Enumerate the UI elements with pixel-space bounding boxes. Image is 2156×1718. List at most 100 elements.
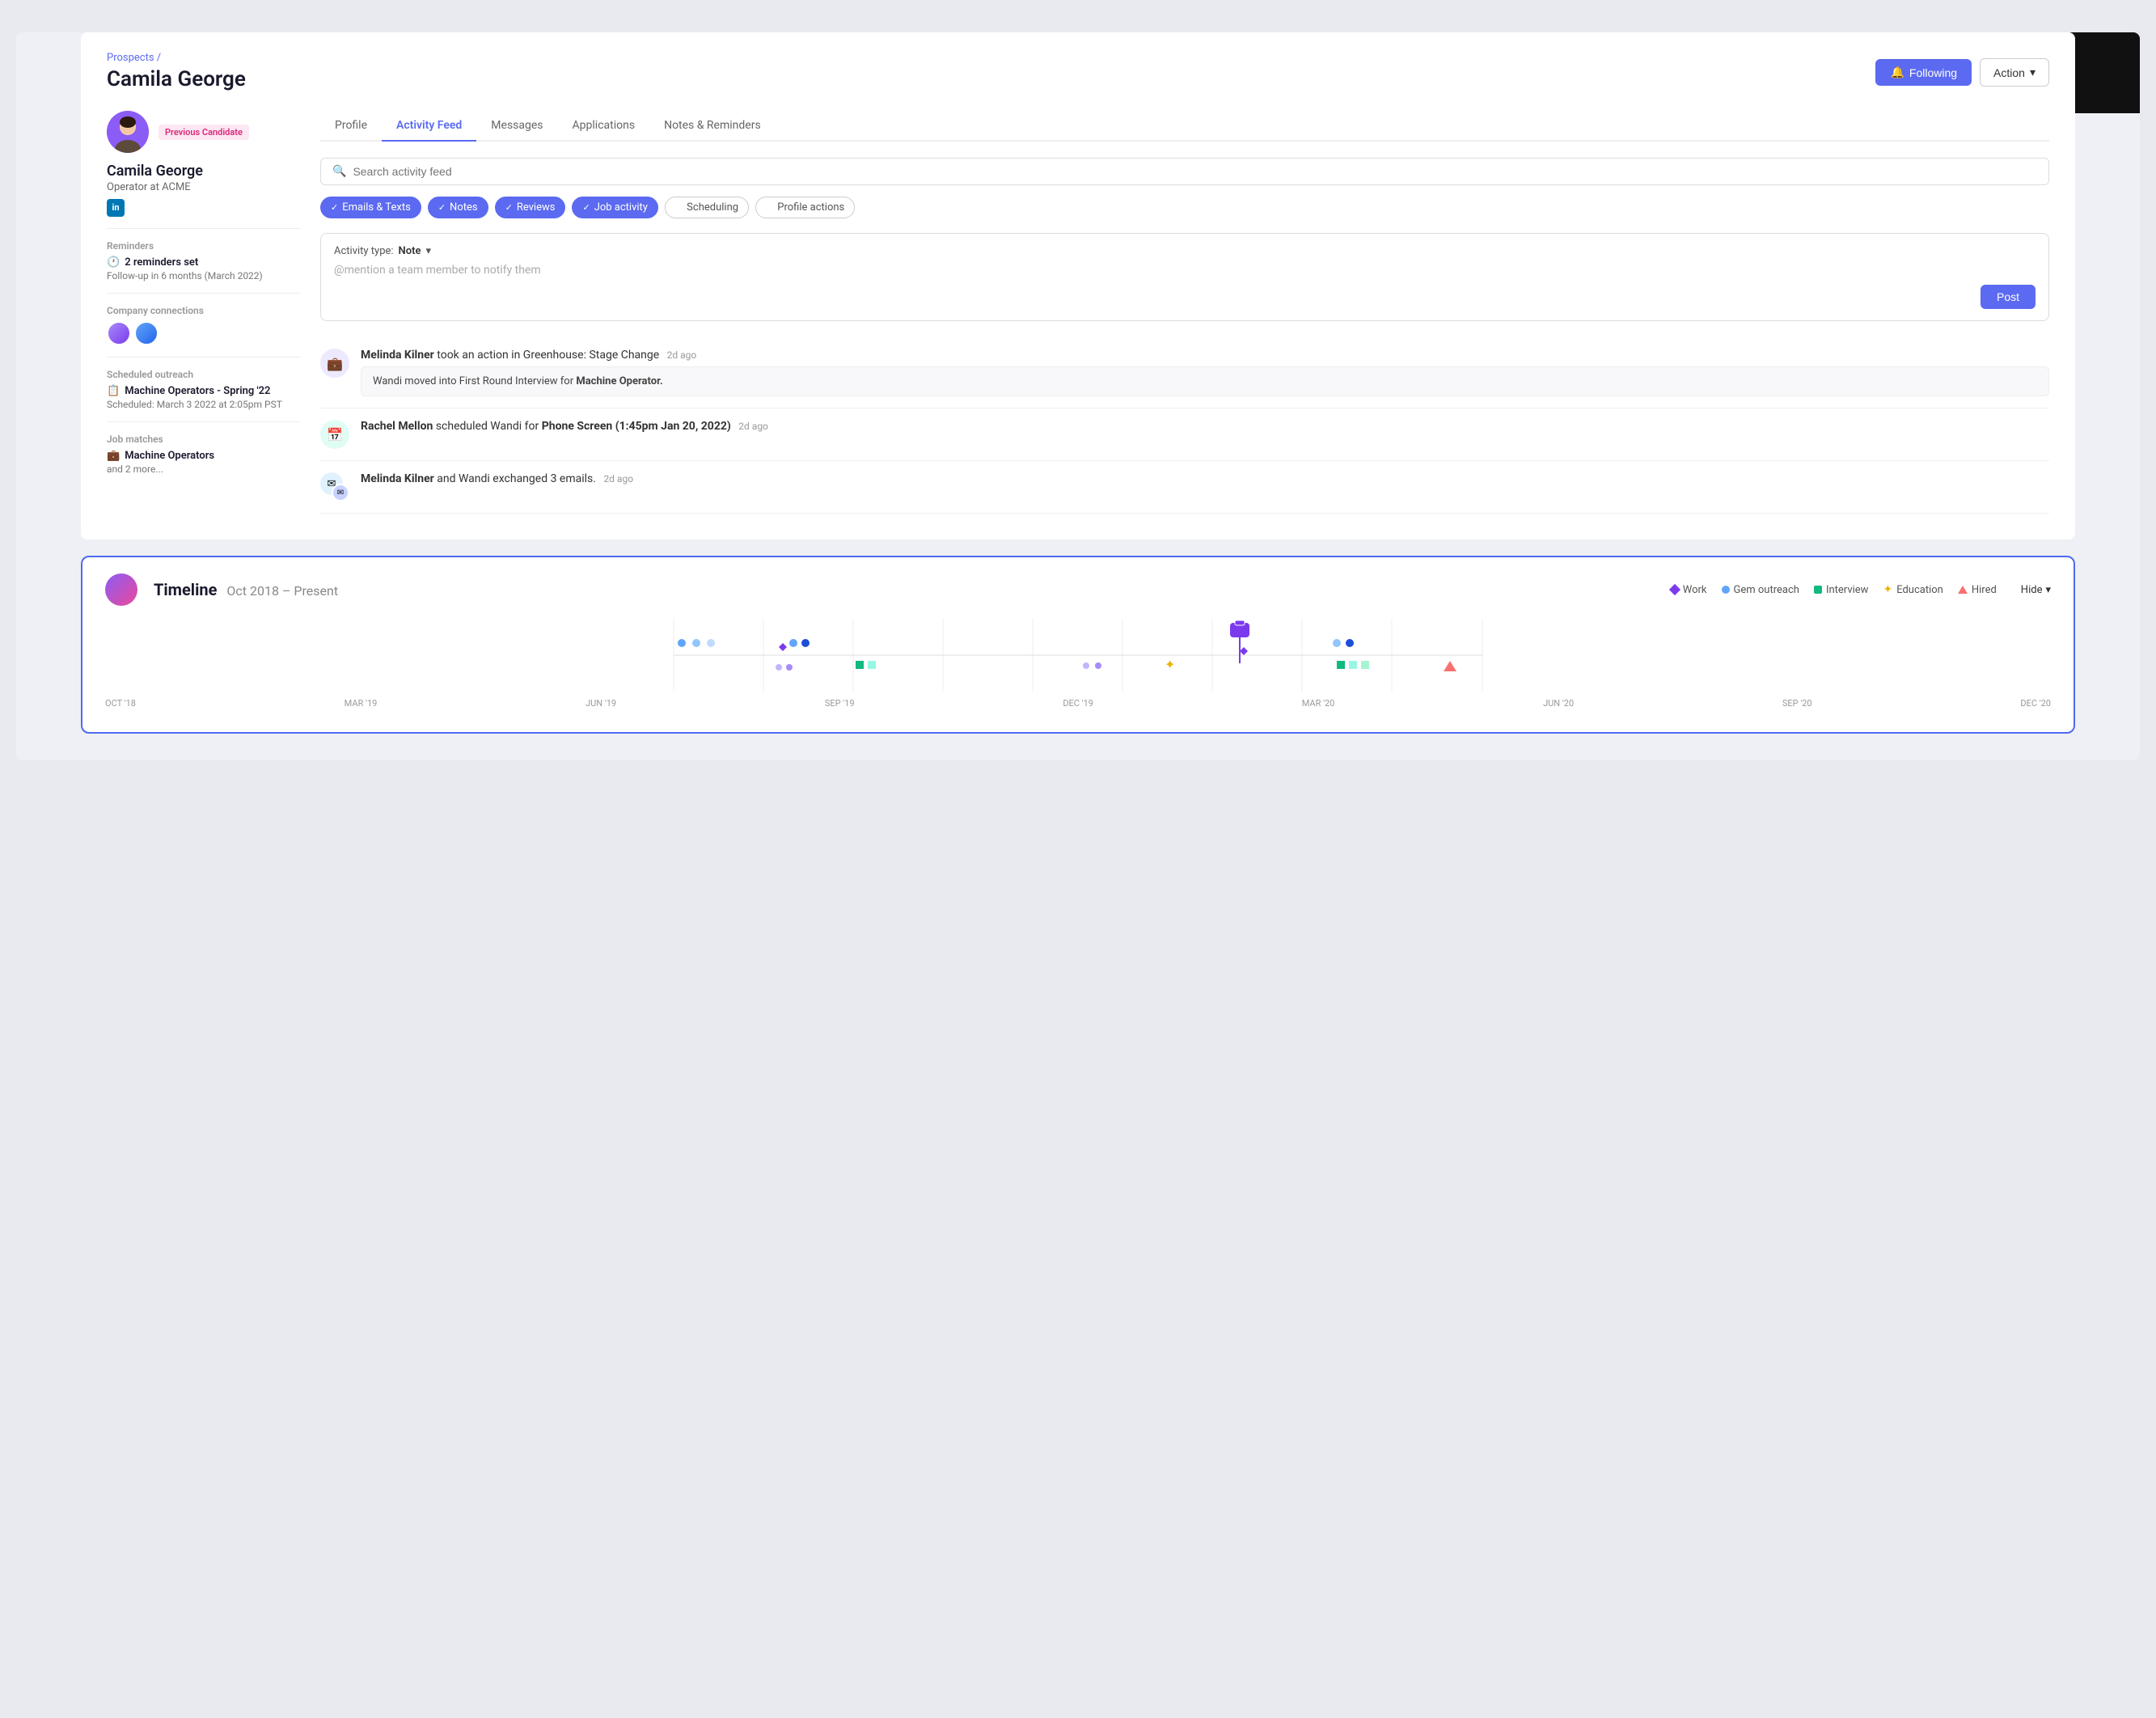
activity-type-label: Activity type: — [334, 245, 394, 257]
tl-month-3: JUN '19 — [586, 698, 616, 709]
main-card: Prospects / Camila George 🔔 Following Ac… — [81, 32, 2075, 540]
feed-item-2: 📅 Rachel Mellon scheduled Wandi for Phon… — [320, 408, 2049, 461]
connection-avatar-2[interactable] — [134, 321, 159, 345]
legend-education: ✦ Education — [1883, 583, 1943, 596]
feed-item-1: 💼 Melinda Kilner took an action in Green… — [320, 337, 2049, 408]
candidate-title: Operator at ACME — [107, 181, 301, 193]
header-actions: 🔔 Following Action ▾ — [1875, 58, 2049, 87]
divider-1 — [107, 228, 301, 229]
hide-button[interactable]: Hide ▾ — [2021, 584, 2051, 596]
tl-month-8: SEP '20 — [1782, 698, 1812, 709]
tl-month-4: SEP '19 — [825, 698, 855, 709]
outreach-label: Scheduled outreach — [107, 369, 301, 380]
title-block: Prospects / Camila George — [107, 52, 246, 91]
legend-gem-outreach: Gem outreach — [1722, 584, 1799, 596]
feed-actor-1: Melinda Kilner — [361, 349, 434, 362]
post-button[interactable]: Post — [1981, 285, 2036, 309]
timeline-card: Timeline Oct 2018 – Present Work Gem out… — [81, 556, 2075, 734]
note-type-row: Activity type: Note ▾ — [334, 245, 2036, 257]
legend-work: Work — [1671, 584, 1707, 596]
right-panel: Profile Activity Feed Messages Applicati… — [320, 111, 2049, 514]
content-layout: Previous Candidate Camila George Operato… — [107, 111, 2049, 514]
feed-icon-briefcase: 💼 — [320, 349, 349, 378]
action-button[interactable]: Action ▾ — [1980, 58, 2049, 87]
legend-interview: Interview — [1814, 584, 1869, 596]
reminders-label: Reminders — [107, 240, 301, 252]
timeline-chart: ✦ OCT '18 MAR '19 JUN '19 SEP '19 DEC '1… — [105, 619, 2051, 716]
candidate-name: Camila George — [107, 163, 301, 180]
search-input[interactable] — [353, 165, 2037, 178]
feed-content-3: Melinda Kilner and Wandi exchanged 3 ema… — [361, 472, 2049, 501]
legend-hired-icon — [1958, 586, 1968, 594]
note-area: Activity type: Note ▾ @mention a team me… — [320, 233, 2049, 321]
timeline-range: Oct 2018 – Present — [226, 583, 338, 599]
linkedin-icon[interactable]: in — [107, 199, 125, 217]
badge-prev: Previous Candidate — [159, 125, 249, 140]
chip-profile-actions[interactable]: ✓ Profile actions — [755, 197, 855, 218]
chevron-note-icon: ▾ — [425, 245, 431, 257]
chip-reviews[interactable]: ✓ Reviews — [495, 197, 566, 218]
timeline-axis: OCT '18 MAR '19 JUN '19 SEP '19 DEC '19 … — [105, 695, 2051, 709]
tab-profile[interactable]: Profile — [320, 111, 382, 142]
timeline-legend: Work Gem outreach Interview ✦ Education … — [1671, 583, 2051, 596]
feed-actor-2: Rachel Mellon — [361, 420, 433, 433]
feed-main-3: Melinda Kilner and Wandi exchanged 3 ema… — [361, 472, 2049, 485]
connection-avatar-1[interactable] — [107, 321, 131, 345]
filter-chips: ✓ Emails & Texts ✓ Notes ✓ Reviews ✓ Job… — [320, 197, 2049, 218]
feed-main-2: Rachel Mellon scheduled Wandi for Phone … — [361, 420, 2049, 433]
feed-actor-3: Melinda Kilner — [361, 472, 434, 485]
page-title: Camila George — [107, 67, 246, 91]
feed-main-1: Melinda Kilner took an action in Greenho… — [361, 349, 2049, 362]
divider-2 — [107, 293, 301, 294]
chip-job-activity[interactable]: ✓ Job activity — [572, 197, 657, 218]
clock-icon: 🕐 — [107, 256, 120, 269]
note-actions: Post — [334, 285, 2036, 309]
legend-interview-icon — [1814, 586, 1822, 594]
left-panel: Previous Candidate Camila George Operato… — [107, 111, 301, 514]
feed-item-3: ✉ ✉ Melinda Kilner and Wandi exchanged 3… — [320, 461, 2049, 514]
search-bar: 🔍 — [320, 158, 2049, 185]
chevron-down-icon: ▾ — [2030, 66, 2036, 79]
check-icon-notes: ✓ — [438, 202, 446, 213]
feed-icon-calendar: 📅 — [320, 420, 349, 449]
candidate-header: Previous Candidate — [107, 111, 301, 153]
chip-emails[interactable]: ✓ Emails & Texts — [320, 197, 421, 218]
tab-activity-feed[interactable]: Activity Feed — [382, 111, 476, 142]
activity-type-value[interactable]: Note — [399, 245, 421, 257]
feed-sub-1: Wandi moved into First Round Interview f… — [361, 366, 2049, 396]
legend-education-icon: ✦ — [1883, 583, 1892, 596]
tl-month-9: DEC '20 — [2020, 698, 2051, 709]
divider-4 — [107, 421, 301, 422]
tab-messages[interactable]: Messages — [476, 111, 557, 142]
feed-time-2: 2d ago — [738, 421, 768, 432]
following-button[interactable]: 🔔 Following — [1875, 59, 1972, 86]
legend-hired: Hired — [1958, 584, 1997, 596]
outreach-name: 📋 Machine Operators - Spring '22 — [107, 385, 301, 397]
tabs: Profile Activity Feed Messages Applicati… — [320, 111, 2049, 142]
tab-notes-reminders[interactable]: Notes & Reminders — [649, 111, 776, 142]
check-icon-reviews: ✓ — [505, 202, 513, 213]
note-placeholder[interactable]: @mention a team member to notify them — [334, 264, 2036, 277]
check-icon-emails: ✓ — [331, 202, 338, 213]
job-match-row: 💼 Machine Operators — [107, 450, 301, 462]
reminders-sub: Follow-up in 6 months (March 2022) — [107, 270, 301, 281]
timeline-title-block: Timeline Oct 2018 – Present — [154, 580, 338, 599]
divider-3 — [107, 357, 301, 358]
breadcrumb[interactable]: Prospects / — [107, 52, 246, 64]
feed-content-1: Melinda Kilner took an action in Greenho… — [361, 349, 2049, 396]
timeline-avatar — [105, 573, 137, 606]
outreach-icon: 📋 — [107, 385, 120, 397]
tl-month-5: DEC '19 — [1063, 698, 1093, 709]
page-wrapper: Prospects / Camila George 🔔 Following Ac… — [16, 32, 2140, 760]
page-header: Prospects / Camila George 🔔 Following Ac… — [107, 52, 2049, 91]
svg-text:✦: ✦ — [1165, 657, 1175, 672]
outreach-sub: Scheduled: March 3 2022 at 2:05pm PST — [107, 399, 301, 410]
check-icon-job-activity: ✓ — [582, 202, 590, 213]
bell-icon: 🔔 — [1890, 66, 1904, 79]
chip-notes[interactable]: ✓ Notes — [428, 197, 488, 218]
tab-applications[interactable]: Applications — [558, 111, 650, 142]
chip-scheduling[interactable]: ✓ Scheduling — [665, 197, 749, 218]
legend-gem-icon — [1722, 586, 1730, 594]
tl-month-2: MAR '19 — [345, 698, 378, 709]
feed-icon-email-multi: ✉ ✉ — [320, 472, 349, 501]
